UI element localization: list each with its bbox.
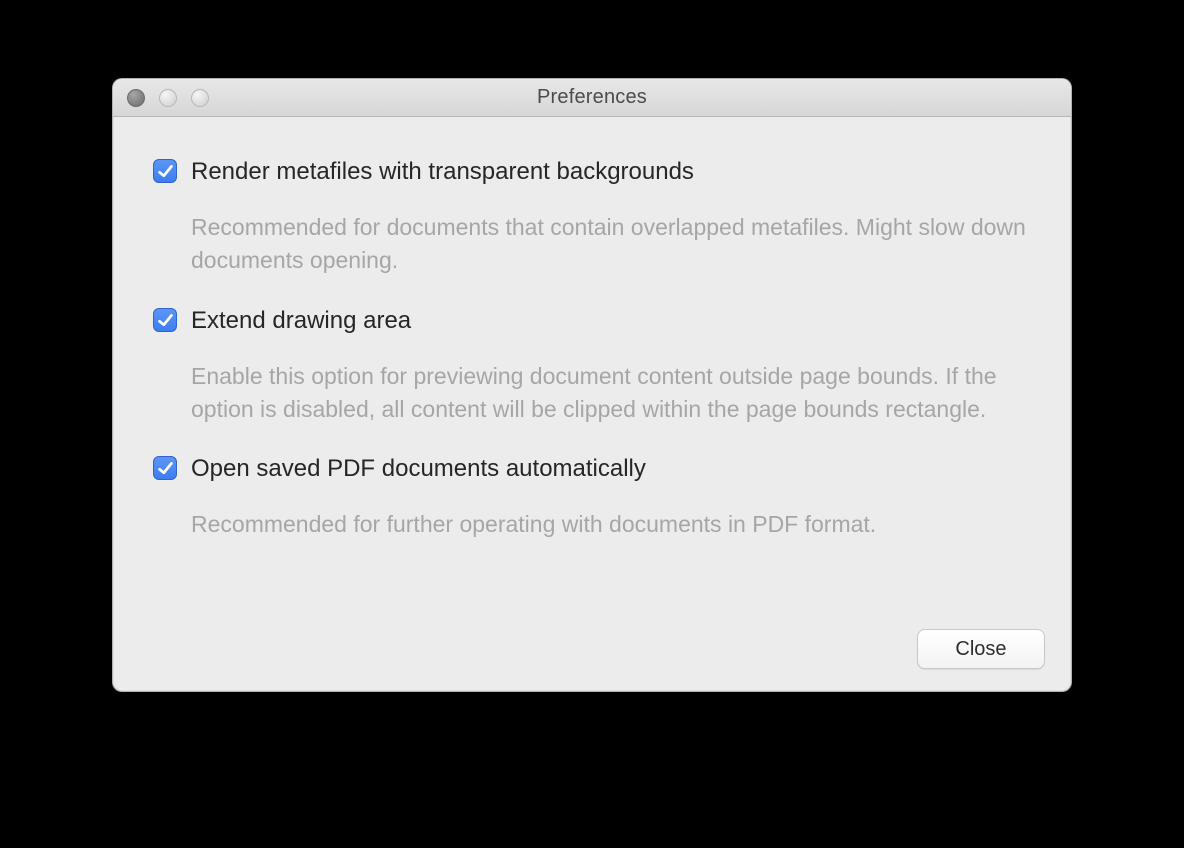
checkmark-icon xyxy=(157,163,174,180)
checkmark-icon xyxy=(157,312,174,329)
window-controls xyxy=(127,79,209,116)
option-label[interactable]: Render metafiles with transparent backgr… xyxy=(191,157,694,187)
preferences-window: Preferences Render metafiles with transp… xyxy=(112,78,1072,692)
option-description: Enable this option for previewing docume… xyxy=(191,360,1037,427)
checkbox-open-saved-pdf[interactable] xyxy=(153,456,177,480)
option-label[interactable]: Open saved PDF documents automatically xyxy=(191,454,646,484)
zoom-window-icon xyxy=(191,89,209,107)
checkbox-extend-drawing-area[interactable] xyxy=(153,308,177,332)
close-button[interactable]: Close xyxy=(917,629,1045,669)
window-title: Preferences xyxy=(537,86,647,109)
titlebar: Preferences xyxy=(113,79,1071,117)
footer: Close xyxy=(917,629,1045,669)
checkmark-icon xyxy=(157,460,174,477)
checkbox-render-metafiles[interactable] xyxy=(153,159,177,183)
option-open-saved-pdf: Open saved PDF documents automatically R… xyxy=(153,454,1037,541)
close-window-icon[interactable] xyxy=(127,89,145,107)
minimize-window-icon xyxy=(159,89,177,107)
option-label[interactable]: Extend drawing area xyxy=(191,306,411,336)
option-render-metafiles: Render metafiles with transparent backgr… xyxy=(153,157,1037,278)
option-description: Recommended for documents that contain o… xyxy=(191,211,1037,278)
option-description: Recommended for further operating with d… xyxy=(191,508,1037,541)
option-extend-drawing-area: Extend drawing area Enable this option f… xyxy=(153,306,1037,427)
preferences-content: Render metafiles with transparent backgr… xyxy=(113,117,1071,590)
